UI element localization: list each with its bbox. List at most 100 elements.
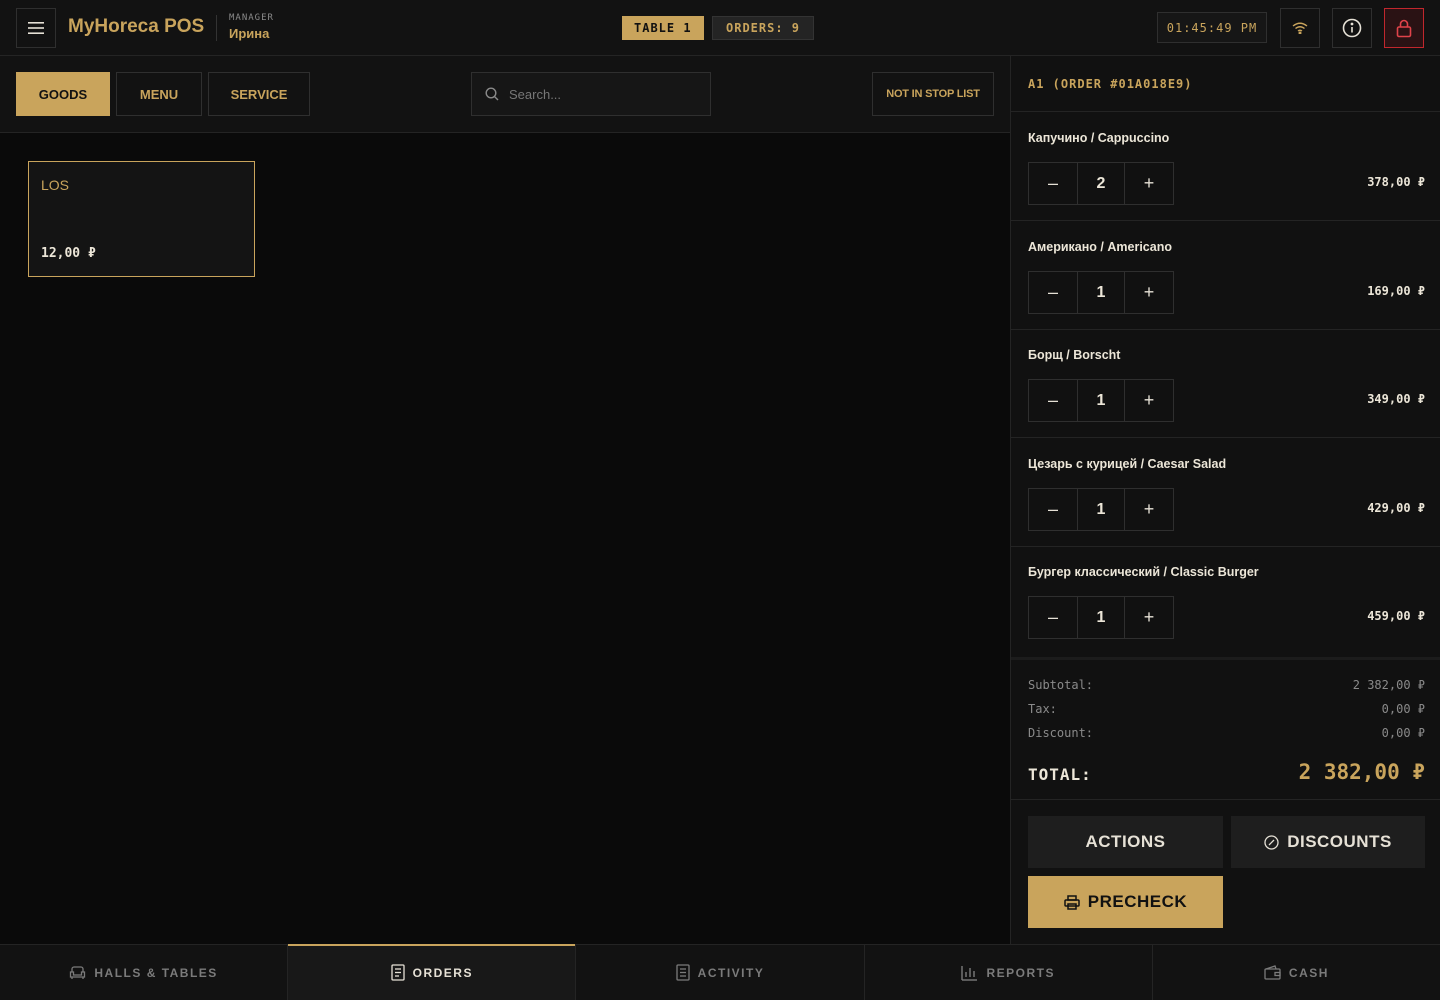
tax-value: 0,00 ₽ <box>1381 702 1425 716</box>
precheck-button[interactable]: PRECHECK <box>1028 876 1223 928</box>
search-input[interactable] <box>509 86 689 102</box>
nav-label: HALLS & TABLES <box>94 965 218 980</box>
actions-button[interactable]: ACTIONS <box>1028 816 1223 868</box>
decrease-button[interactable]: – <box>1029 597 1077 638</box>
nav-label: REPORTS <box>986 965 1055 980</box>
quantity-stepper: – 1 + <box>1028 596 1174 639</box>
search-icon <box>485 87 499 101</box>
order-title: A1 (ORDER #01A018E9) <box>1028 77 1193 91</box>
quantity-stepper: – 2 + <box>1028 162 1174 205</box>
nav-cash[interactable]: CASH <box>1153 945 1440 1000</box>
quantity-value: 1 <box>1077 489 1125 530</box>
product-price: 12,00 ₽ <box>41 246 96 261</box>
increase-button[interactable]: + <box>1125 163 1173 204</box>
product-card[interactable]: LOS 12,00 ₽ <box>28 161 255 277</box>
order-panel: A1 (ORDER #01A018E9) Капучино / Cappucci… <box>1010 56 1440 944</box>
subtotal-value: 2 382,00 ₽ <box>1352 678 1425 692</box>
total-value: 2 382,00 ₽ <box>1298 760 1425 784</box>
quantity-value: 1 <box>1077 597 1125 638</box>
quantity-stepper: – 1 + <box>1028 488 1174 531</box>
hamburger-menu-button[interactable] <box>16 8 56 48</box>
order-item: Цезарь с курицей / Caesar Salad – 1 + 42… <box>1011 438 1440 547</box>
nav-label: ACTIVITY <box>697 965 765 980</box>
nav-label: ORDERS <box>412 965 473 980</box>
precheck-label: PRECHECK <box>1087 892 1188 911</box>
order-item-price: 378,00 ₽ <box>1367 175 1425 189</box>
hamburger-icon <box>28 22 44 34</box>
stoplist-filter-button[interactable]: NOT IN STOP LIST <box>872 72 994 116</box>
increase-button[interactable]: + <box>1125 597 1173 638</box>
order-item-price: 429,00 ₽ <box>1367 501 1425 515</box>
subtotal-label: Subtotal: <box>1028 678 1094 692</box>
decrease-button[interactable]: – <box>1029 380 1077 421</box>
table-badge[interactable]: TABLE 1 <box>622 16 704 40</box>
order-item: Капучино / Cappuccino – 2 + 378,00 ₽ <box>1011 112 1440 221</box>
nav-reports[interactable]: REPORTS <box>865 945 1153 1000</box>
printer-icon <box>1064 894 1080 910</box>
order-summary: Subtotal: 2 382,00 ₽ Tax: 0,00 ₽ Discoun… <box>1011 657 1440 800</box>
tab-goods[interactable]: GOODS <box>16 72 110 116</box>
receipt-icon <box>390 964 405 981</box>
order-item-price: 169,00 ₽ <box>1367 284 1425 298</box>
decrease-button[interactable]: – <box>1029 163 1077 204</box>
info-icon <box>1342 18 1362 38</box>
product-name: LOS <box>41 177 70 193</box>
info-button[interactable] <box>1332 8 1372 48</box>
wifi-icon <box>1292 22 1308 34</box>
quantity-value: 1 <box>1077 272 1125 313</box>
tab-service[interactable]: SERVICE <box>208 72 310 116</box>
nav-orders[interactable]: ORDERS <box>288 944 577 1000</box>
document-icon <box>676 964 690 981</box>
nav-halls-tables[interactable]: HALLS & TABLES <box>0 945 289 1000</box>
order-header: A1 (ORDER #01A018E9) <box>1011 56 1440 112</box>
wifi-status-button[interactable] <box>1280 8 1320 48</box>
bar-chart-icon <box>961 965 978 981</box>
order-item: Бургер классический / Classic Burger – 1… <box>1011 546 1440 655</box>
discount-value: 0,00 ₽ <box>1381 726 1425 740</box>
order-item-price: 459,00 ₽ <box>1367 609 1425 623</box>
order-item-name: Цезарь с курицей / Caesar Salad <box>1028 457 1227 471</box>
quantity-stepper: – 1 + <box>1028 379 1174 422</box>
order-item-price: 349,00 ₽ <box>1367 392 1425 406</box>
order-item-name: Капучино / Cappuccino <box>1028 131 1170 145</box>
discounts-label: DISCOUNTS <box>1287 832 1392 851</box>
order-item-name: Борщ / Borscht <box>1028 348 1121 362</box>
tax-label: Tax: <box>1028 702 1057 716</box>
subtotal-row: Subtotal: 2 382,00 ₽ <box>1028 678 1425 692</box>
clock-display: 01:45:49 PM <box>1157 12 1267 43</box>
wallet-icon <box>1264 965 1281 980</box>
decrease-button[interactable]: – <box>1029 489 1077 530</box>
header-divider <box>216 15 217 41</box>
quantity-value: 1 <box>1077 380 1125 421</box>
decrease-button[interactable]: – <box>1029 272 1077 313</box>
discount-row: Discount: 0,00 ₽ <box>1028 726 1425 740</box>
discount-label: Discount: <box>1028 726 1094 740</box>
orders-count-badge[interactable]: ORDERS: 9 <box>712 16 815 40</box>
increase-button[interactable]: + <box>1125 380 1173 421</box>
lock-icon <box>1396 19 1412 37</box>
discount-icon <box>1264 834 1279 850</box>
order-item: Американо / Americano – 1 + 169,00 ₽ <box>1011 221 1440 330</box>
sofa-icon <box>70 965 86 979</box>
user-name: Ирина <box>229 26 270 41</box>
order-item-name: Бургер классический / Classic Burger <box>1028 565 1259 579</box>
tax-row: Tax: 0,00 ₽ <box>1028 702 1425 716</box>
catalog-toolbar: GOODS MENU SERVICE NOT IN STOP LIST <box>0 56 1010 133</box>
order-item-name: Американо / Americano <box>1028 240 1172 254</box>
actions-label: ACTIONS <box>1085 832 1166 851</box>
search-box <box>471 72 711 116</box>
increase-button[interactable]: + <box>1125 272 1173 313</box>
quantity-stepper: – 1 + <box>1028 271 1174 314</box>
increase-button[interactable]: + <box>1125 489 1173 530</box>
tab-menu[interactable]: MENU <box>116 72 202 116</box>
lock-button[interactable] <box>1384 8 1424 48</box>
nav-activity[interactable]: ACTIVITY <box>576 945 865 1000</box>
discounts-button[interactable]: DISCOUNTS <box>1231 816 1425 868</box>
bottom-navigation: HALLS & TABLES ORDERS ACTIVITY REPORTS C… <box>0 944 1440 1000</box>
app-title: MyHoreca POS <box>68 16 205 37</box>
top-header: MyHoreca POS MANAGER Ирина TABLE 1 ORDER… <box>0 0 1440 56</box>
user-role: MANAGER <box>229 13 274 23</box>
nav-label: CASH <box>1288 965 1329 980</box>
order-item: Борщ / Borscht – 1 + 349,00 ₽ <box>1011 329 1440 438</box>
total-label: TOTAL: <box>1028 765 1092 784</box>
